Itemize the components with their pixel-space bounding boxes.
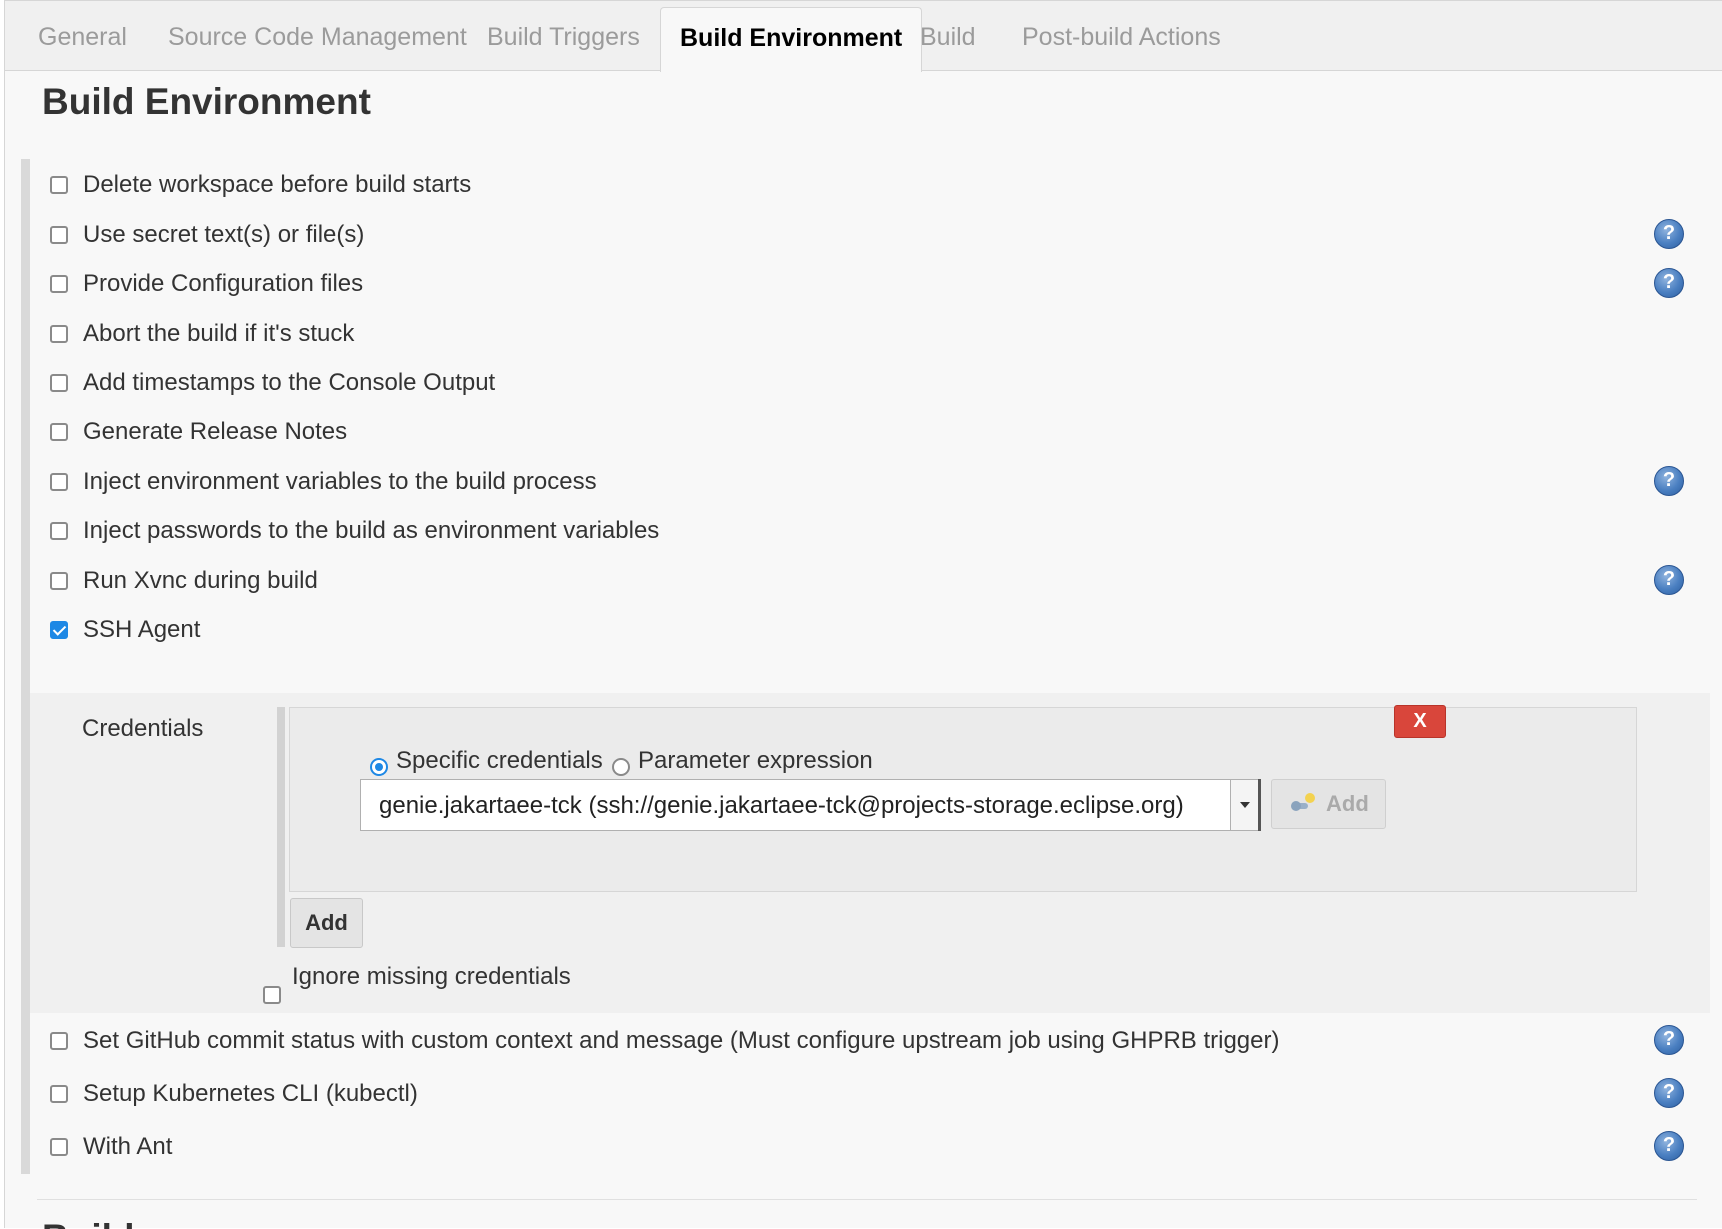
option-with-ant[interactable]: With Ant ? <box>30 1125 1710 1169</box>
option-config-files[interactable]: Provide Configuration files ? <box>30 262 1710 306</box>
chevron-down-icon[interactable] <box>1230 780 1259 830</box>
help-icon[interactable]: ? <box>1654 1025 1684 1055</box>
tab-build[interactable]: Build <box>920 1 976 71</box>
help-icon[interactable]: ? <box>1654 466 1684 496</box>
help-icon[interactable]: ? <box>1654 268 1684 298</box>
tab-build-environment[interactable]: Build Environment <box>660 7 923 72</box>
option-label: Provide Configuration files <box>83 270 364 297</box>
checkbox[interactable] <box>50 423 68 441</box>
page-title: Build Environment <box>42 81 371 122</box>
option-label: Delete workspace before build starts <box>83 171 472 198</box>
radio-parameter-label: Parameter expression <box>638 747 873 774</box>
tab-post-build-actions[interactable]: Post-build Actions <box>1022 1 1221 71</box>
radio-parameter-expression[interactable] <box>612 758 630 776</box>
checkbox[interactable] <box>50 275 68 293</box>
credential-entry: Specific credentials Parameter expressio… <box>289 705 1637 892</box>
help-icon[interactable]: ? <box>1654 565 1684 595</box>
tab-source-code-management[interactable]: Source Code Management <box>168 1 467 71</box>
section-rail <box>21 159 30 1174</box>
option-label: Set GitHub commit status with custom con… <box>83 1027 1280 1054</box>
option-release-notes[interactable]: Generate Release Notes <box>30 410 1710 454</box>
section-tabbar: General Source Code Management Build Tri… <box>5 1 1722 72</box>
option-kubernetes-cli[interactable]: Setup Kubernetes CLI (kubectl) ? <box>30 1072 1710 1116</box>
ignore-missing-label: Ignore missing credentials <box>292 963 571 990</box>
tab-general[interactable]: General <box>38 1 127 71</box>
option-timestamps[interactable]: Add timestamps to the Console Output <box>30 361 1710 405</box>
selected-credential: genie.jakartaee-tck (ssh://genie.jakarta… <box>379 792 1184 819</box>
option-label: SSH Agent <box>83 616 201 643</box>
next-section-title-text: Build <box>42 1217 134 1229</box>
option-github-commit-status[interactable]: Set GitHub commit status with custom con… <box>30 1019 1710 1063</box>
option-label: Inject environment variables to the buil… <box>83 468 597 495</box>
radio-specific-label: Specific credentials <box>396 747 603 774</box>
credentials-rail <box>277 707 285 947</box>
key-add-label: Add <box>1326 791 1369 816</box>
credentials-select[interactable]: genie.jakartaee-tck (ssh://genie.jakarta… <box>360 779 1260 831</box>
option-label: Generate Release Notes <box>83 418 348 445</box>
checkbox[interactable] <box>50 325 68 343</box>
ssh-agent-panel: Credentials Specific credentials Paramet… <box>30 693 1710 1013</box>
option-label: With Ant <box>83 1133 173 1160</box>
checkbox[interactable] <box>50 176 68 194</box>
option-label: Run Xvnc during build <box>83 567 318 594</box>
checkbox[interactable] <box>50 374 68 392</box>
help-icon[interactable]: ? <box>1654 219 1684 249</box>
credentials-label: Credentials <box>82 715 204 742</box>
checkbox[interactable] <box>50 1085 68 1103</box>
remove-credential-button[interactable]: X <box>1394 705 1446 738</box>
select-edge <box>1258 779 1261 831</box>
checkbox[interactable] <box>50 1032 68 1050</box>
option-run-xvnc[interactable]: Run Xvnc during build ? <box>30 559 1710 603</box>
option-inject-env-vars[interactable]: Inject environment variables to the buil… <box>30 460 1710 504</box>
checkbox-checked[interactable] <box>50 621 68 639</box>
checkbox[interactable] <box>50 473 68 491</box>
checkbox[interactable] <box>50 1138 68 1156</box>
section-divider <box>37 1199 1697 1200</box>
add-credential-button[interactable]: Add <box>290 898 363 948</box>
next-section-title: Build <box>42 1211 134 1229</box>
option-inject-passwords[interactable]: Inject passwords to the build as environ… <box>30 509 1710 553</box>
help-icon[interactable]: ? <box>1654 1078 1684 1108</box>
checkbox[interactable] <box>50 522 68 540</box>
option-secret-text[interactable]: Use secret text(s) or file(s) ? <box>30 213 1710 257</box>
checkbox[interactable] <box>50 226 68 244</box>
ignore-missing-checkbox[interactable] <box>263 986 281 1004</box>
option-delete-workspace[interactable]: Delete workspace before build starts <box>30 163 1710 207</box>
option-label: Use secret text(s) or file(s) <box>83 221 365 248</box>
radio-specific-credentials[interactable] <box>370 758 388 776</box>
option-label: Setup Kubernetes CLI (kubectl) <box>83 1080 418 1107</box>
checkbox[interactable] <box>50 572 68 590</box>
key-icon <box>1291 793 1315 811</box>
help-icon[interactable]: ? <box>1654 1131 1684 1161</box>
config-page: General Source Code Management Build Tri… <box>4 0 1722 1229</box>
option-abort-stuck[interactable]: Abort the build if it's stuck <box>30 312 1710 356</box>
option-label: Add timestamps to the Console Output <box>83 369 496 396</box>
option-label: Inject passwords to the build as environ… <box>83 517 660 544</box>
option-label: Abort the build if it's stuck <box>83 320 355 347</box>
option-ssh-agent[interactable]: SSH Agent <box>30 608 1710 652</box>
add-credential-key-button[interactable]: Add <box>1271 779 1386 829</box>
tab-build-triggers[interactable]: Build Triggers <box>487 1 640 71</box>
